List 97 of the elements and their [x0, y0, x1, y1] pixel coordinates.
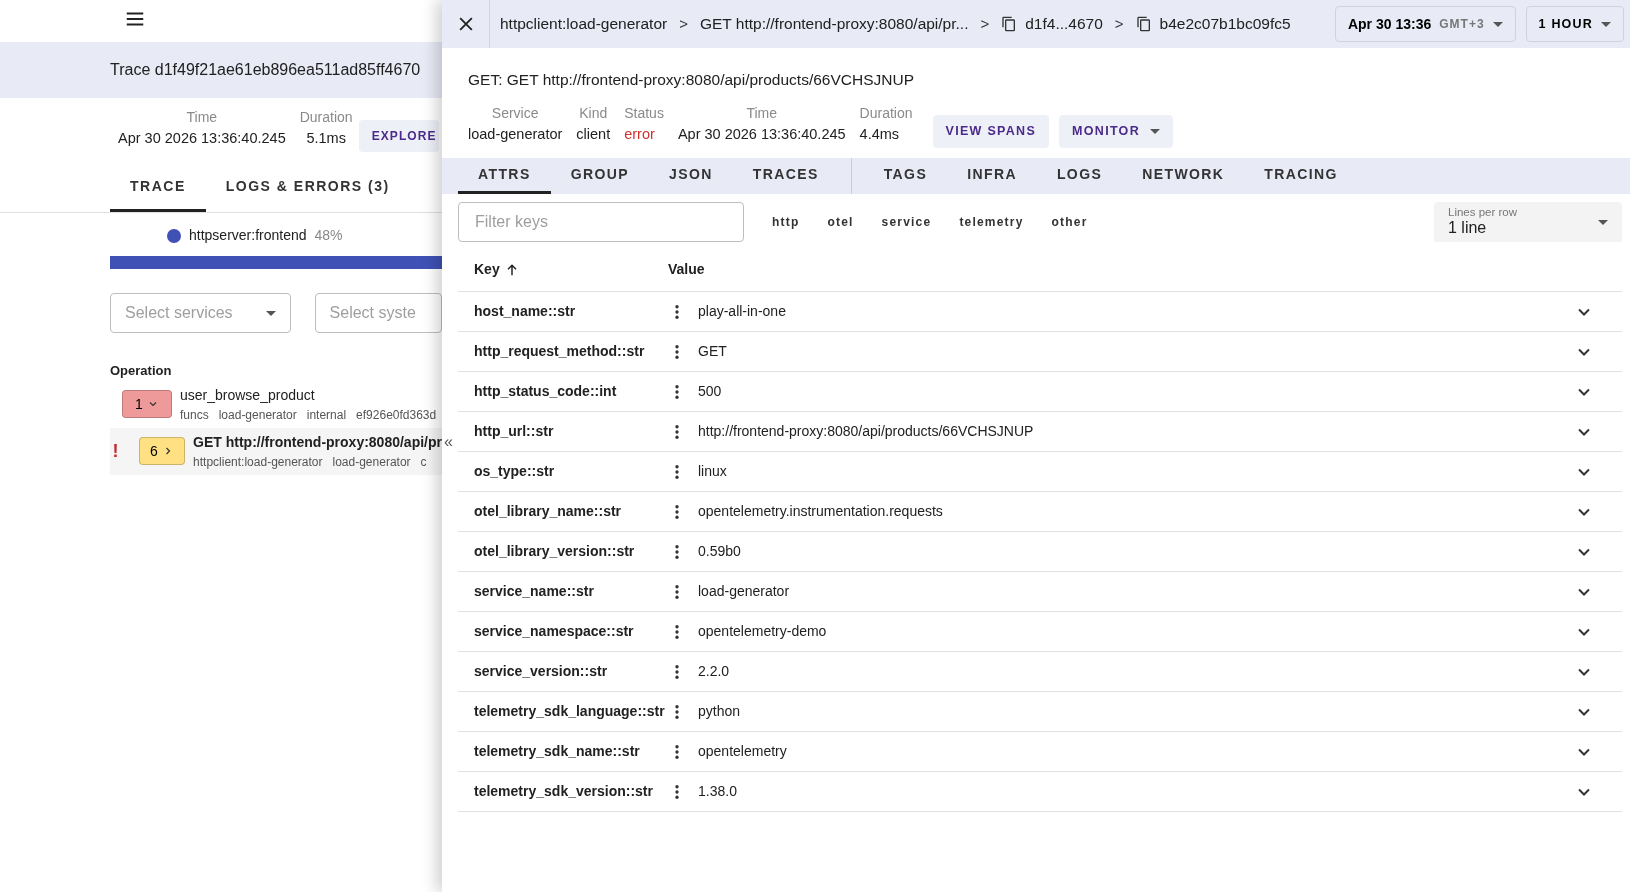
lines-per-row-select[interactable]: Lines per row 1 line — [1434, 202, 1622, 242]
stat-value: 4.4ms — [859, 125, 901, 145]
tab[interactable]: GROUP — [550, 158, 649, 194]
span-toggle[interactable]: 1 — [122, 390, 172, 418]
attribute-value: opentelemetry — [698, 742, 788, 761]
legend-percent: 48% — [314, 226, 343, 245]
attribute-value: opentelemetry-demo — [698, 622, 828, 641]
filter-chip[interactable]: service — [869, 207, 944, 237]
span-toggle[interactable]: 6 — [138, 437, 186, 465]
breadcrumb-separator: > — [1114, 13, 1124, 34]
tab[interactable]: LOGS — [1036, 158, 1123, 194]
attribute-key: otel_library_name::str — [458, 501, 668, 522]
stat-label: Time — [745, 104, 779, 124]
column-header[interactable]: Key — [474, 259, 500, 280]
stat-label: Duration — [859, 104, 913, 124]
section-heading: Operation — [110, 362, 173, 380]
caret-icon — [1601, 21, 1611, 27]
attribute-key: telemetry_sdk_name::str — [458, 741, 668, 762]
breadcrumb[interactable]: b4e2c07b1bc09fc5 — [1159, 12, 1291, 36]
filter-chip[interactable]: http — [760, 207, 812, 237]
breadcrumb[interactable]: httpclient:load-generator — [500, 12, 668, 36]
filter-chip[interactable]: telemetry — [947, 207, 1036, 237]
tab[interactable]: ATTRS — [458, 158, 551, 194]
filter-chip[interactable]: other — [1039, 207, 1100, 237]
tab[interactable]: TRACING — [1244, 158, 1358, 194]
explore-button[interactable]: EXPLORE — [358, 120, 439, 152]
breadcrumb-separator: > — [679, 13, 688, 34]
stat-value: Apr 30 2026 13:36:40.245 — [677, 125, 846, 145]
breadcrumb[interactable]: GET http://frontend-proxy:8080/api/pr... — [699, 12, 969, 36]
stat-label: Duration — [299, 107, 353, 127]
span-detail: load-generator — [218, 406, 297, 424]
attribute-value: load-generator — [698, 582, 791, 601]
span-name[interactable]: GET http://frontend-proxy:8080/api/pr — [193, 431, 442, 453]
attribute-key: service_namespace::str — [458, 621, 668, 642]
attribute-value: python — [698, 702, 742, 721]
action-button[interactable]: VIEW SPANS — [932, 115, 1050, 148]
action-button[interactable]: MONITOR — [1059, 115, 1173, 148]
stat-label: Time — [185, 107, 219, 127]
attribute-key: service_version::str — [458, 661, 668, 682]
attribute-value: 500 — [698, 382, 723, 401]
tab[interactable]: TRACE — [110, 166, 206, 212]
caret-icon — [265, 310, 276, 316]
attribute-value: 2.2.0 — [698, 662, 731, 681]
stat-label: Status — [624, 104, 664, 124]
stat-value: Apr 30 2026 13:36:40.245 — [118, 128, 286, 148]
breadcrumb-separator: > — [980, 13, 990, 34]
attribute-key: os_type::str — [458, 461, 668, 482]
attribute-key: otel_library_version::str — [458, 541, 668, 562]
trace-title: Trace d1f49f21ae61eb896ea511ad85ff4670 — [110, 60, 421, 80]
attribute-value: play-all-in-one — [698, 302, 787, 321]
stat-value: load-generator — [468, 125, 563, 145]
tab[interactable]: NETWORK — [1122, 158, 1245, 194]
stat-label: Service — [490, 104, 540, 124]
tab[interactable]: JSON — [648, 158, 733, 194]
attribute-value: 1.38.0 — [698, 782, 738, 801]
error-icon: ! — [110, 437, 121, 465]
collapse-handle[interactable]: « — [444, 434, 453, 450]
span-detail: httpclient:load-generator — [193, 453, 323, 471]
attribute-value: opentelemetry.instrumentation.requests — [698, 502, 944, 521]
legend-label: httpserver:frontend — [189, 226, 307, 245]
attribute-key: telemetry_sdk_language::str — [458, 701, 668, 722]
stat-label: Kind — [578, 104, 609, 124]
attribute-key: telemetry_sdk_version::str — [458, 781, 668, 802]
breadcrumb[interactable]: d1f4...4670 — [1025, 12, 1103, 36]
span-detail: ef926e0fd363d — [356, 406, 437, 424]
attribute-value: 0.59b0 — [698, 542, 742, 561]
span-detail: funcs — [180, 406, 209, 424]
filter-chip[interactable]: otel — [815, 207, 866, 237]
caret-icon — [1492, 21, 1503, 27]
attribute-key: http_url::str — [458, 421, 668, 442]
filter-field[interactable]: Filter keys — [458, 202, 744, 242]
time-picker[interactable]: Apr 30 13:36 GMT+3 — [1334, 6, 1516, 42]
span-title: GET: GET http://frontend-proxy:8080/api/products/66VCHSJNUP — [468, 70, 915, 90]
attribute-value: GET — [698, 342, 728, 361]
copy-icon[interactable] — [1001, 16, 1018, 32]
attribute-key: service_name::str — [458, 581, 668, 602]
tab[interactable]: TAGS — [863, 158, 948, 194]
column-header[interactable]: Value — [668, 259, 705, 280]
range-button[interactable]: 1 HOUR — [1525, 6, 1624, 42]
span-name[interactable]: user_browse_product — [180, 384, 437, 406]
span-detail: c — [420, 453, 427, 471]
attribute-key: http_request_method::str — [458, 341, 668, 362]
attribute-value: linux — [698, 462, 728, 481]
attribute-key: http_status_code::int — [458, 381, 668, 402]
span-detail: internal — [306, 406, 347, 424]
attribute-key: host_name::str — [458, 301, 668, 322]
tab[interactable]: LOGS & ERRORS (3) — [205, 166, 410, 212]
copy-icon[interactable] — [1135, 16, 1152, 32]
tab[interactable]: TRACES — [732, 158, 839, 194]
tab[interactable]: INFRA — [947, 158, 1037, 194]
caret-icon — [1150, 129, 1160, 135]
stat-value: client — [576, 125, 611, 145]
stat-value: 5.1ms — [305, 128, 347, 148]
span-detail: load-generator — [332, 453, 411, 471]
caret-icon — [1598, 219, 1608, 225]
attribute-value: http://frontend-proxy:8080/api/products/66VCHSJNUP — [698, 422, 1035, 441]
stat-value: error — [624, 125, 656, 145]
